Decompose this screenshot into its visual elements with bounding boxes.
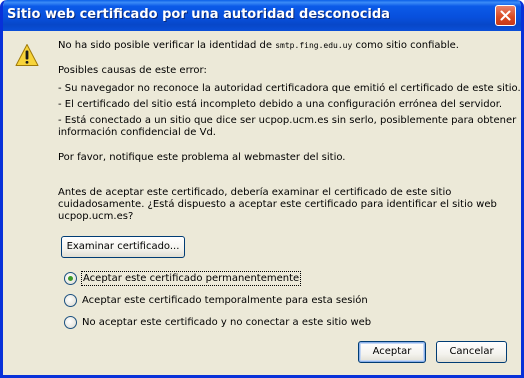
question-line-3: ucpop.ucm.es? — [58, 211, 134, 222]
cancel-button[interactable]: Cancelar — [436, 341, 507, 363]
option-label: Aceptar este certificado permanentemente — [80, 271, 302, 286]
close-button[interactable] — [495, 5, 516, 26]
certificate-dialog: Sitio web certificado por una autoridad … — [0, 0, 524, 378]
radio-reject[interactable] — [64, 316, 77, 329]
cause-1: - Su navegador no reconoce la autoridad … — [58, 83, 521, 94]
cause-3-line-1: - Está conectado a un sitio que dice ser… — [58, 115, 517, 126]
notify-text: Por favor, notifique este problema al we… — [58, 152, 346, 163]
host-name: smtp.fing.edu.uy — [275, 41, 353, 50]
window-title: Sitio web certificado por una autoridad … — [7, 7, 390, 22]
radio-selected-dot — [68, 276, 73, 281]
radio-accept-session[interactable] — [64, 294, 77, 307]
intro-prefix: No ha sido posible verificar la identida… — [58, 40, 273, 51]
close-icon — [500, 10, 511, 21]
intro-suffix: como sitio confiable. — [355, 40, 459, 51]
cause-3-line-2: información confidencial de Vd. — [58, 127, 216, 138]
accept-button[interactable]: Aceptar — [358, 341, 426, 363]
question-line-1: Antes de aceptar este certificado, deber… — [58, 187, 452, 198]
warning-icon — [15, 44, 39, 66]
intro-line: No ha sido posible verificar la identida… — [58, 40, 459, 52]
radio-accept-permanent[interactable] — [64, 272, 77, 285]
option-accept-permanent[interactable]: Aceptar este certificado permanentemente — [64, 271, 304, 286]
title-bar[interactable]: Sitio web certificado por una autoridad … — [3, 0, 521, 31]
cause-2: - El certificado del sitio está incomple… — [58, 99, 503, 110]
examine-certificate-button[interactable]: Examinar certificado... — [61, 236, 185, 258]
option-label: Aceptar este certificado temporalmente p… — [82, 295, 368, 306]
question-line-2: cuidadosamente. ¿Está dispuesto a acepta… — [58, 199, 497, 210]
option-label: No aceptar este certificado y no conecta… — [82, 317, 372, 328]
option-reject[interactable]: No aceptar este certificado y no conecta… — [64, 316, 374, 330]
dialog-body: No ha sido posible verificar la identida… — [3, 31, 521, 375]
option-accept-session[interactable]: Aceptar este certificado temporalmente p… — [64, 294, 368, 308]
causes-heading: Posibles causas de este error: — [58, 65, 207, 76]
